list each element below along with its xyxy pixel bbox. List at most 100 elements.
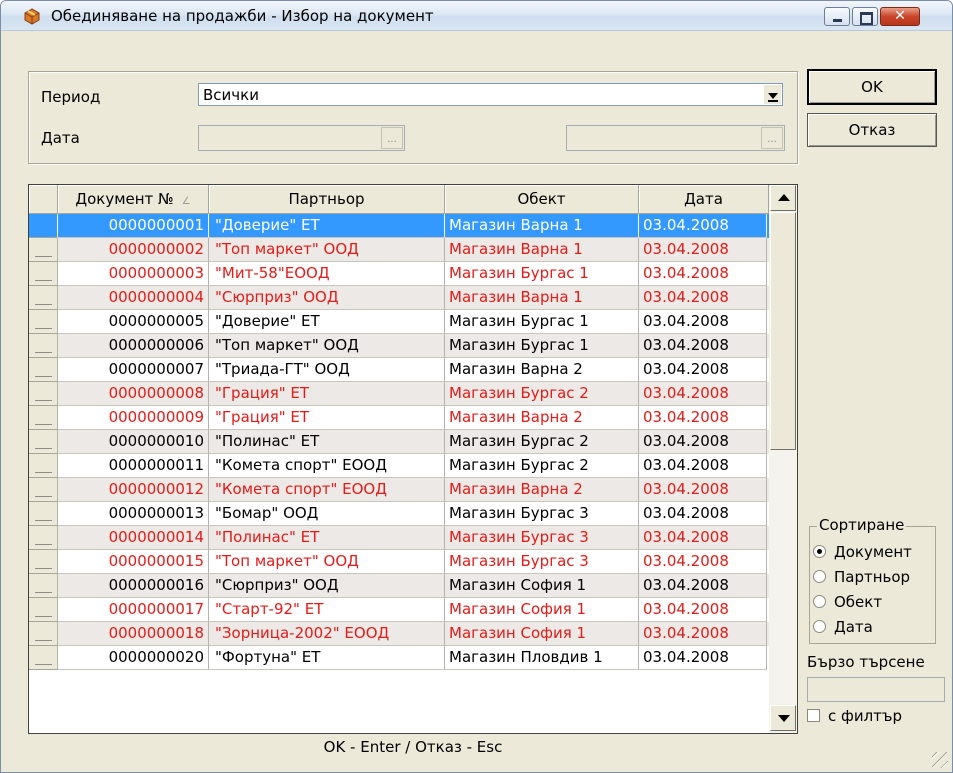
cell-document-number: 0000000009 xyxy=(58,406,209,430)
cancel-button[interactable]: Отказ xyxy=(807,113,937,147)
cell-document-number: 0000000002 xyxy=(58,238,209,262)
resize-grip-icon[interactable] xyxy=(932,752,948,768)
row-indicator[interactable] xyxy=(29,622,58,646)
table-row[interactable]: 0000000001 "Доверие" ЕТ Магазин Варна 1 03.… xyxy=(29,214,769,238)
ok-button[interactable]: OK xyxy=(807,69,937,105)
row-indicator[interactable] xyxy=(29,262,58,286)
column-header-object[interactable]: Обект xyxy=(445,185,639,214)
sort-option-object[interactable]: Обект xyxy=(813,593,882,611)
row-indicator[interactable] xyxy=(29,286,58,310)
documents-table[interactable]: Документ № ∠ Партньор Обект Дата 00000000… xyxy=(28,184,798,734)
table-row[interactable]: 0000000016 "Сюрприз" ООД Магазин София 1 03… xyxy=(29,574,769,598)
date-from-field[interactable]: ... xyxy=(198,125,405,151)
row-indicator[interactable] xyxy=(29,478,58,502)
close-button[interactable]: ✕ xyxy=(880,7,920,26)
cell-date: 03.04.2008 xyxy=(639,598,767,622)
table-row[interactable]: 0000000018 "Зорница-2002" ЕООД Магазин Соф… xyxy=(29,622,769,646)
table-row[interactable]: 0000000015 "Топ маркет" ООД Магазин Бургас… xyxy=(29,550,769,574)
row-indicator[interactable] xyxy=(29,574,58,598)
column-header-document[interactable]: Документ № ∠ xyxy=(58,185,209,214)
period-value: Всички xyxy=(203,86,259,104)
cell-partner: "Грация" ЕТ xyxy=(209,382,445,406)
table-row[interactable]: 0000000003 "Мит-58"ЕООД Магазин Бургас 1 03… xyxy=(29,262,769,286)
table-row[interactable]: 0000000017 "Старт-92" ЕТ Магазин София 1 03… xyxy=(29,598,769,622)
row-indicator[interactable] xyxy=(29,550,58,574)
scroll-down-button[interactable] xyxy=(770,705,796,731)
filter-checkbox-row[interactable]: с филтър xyxy=(807,707,902,725)
radio-icon[interactable] xyxy=(813,620,826,633)
row-indicator[interactable] xyxy=(29,310,58,334)
row-indicator[interactable] xyxy=(29,598,58,622)
table-row[interactable]: 0000000007 "Триада-ГТ" ООД Магазин Варна 2… xyxy=(29,358,769,382)
row-indicator[interactable] xyxy=(29,334,58,358)
date-to-picker-button[interactable]: ... xyxy=(761,127,783,149)
cell-date: 03.04.2008 xyxy=(639,334,767,358)
row-indicator[interactable] xyxy=(29,382,58,406)
date-to-field[interactable]: ... xyxy=(566,125,785,151)
cell-object: Магазин Варна 2 xyxy=(445,406,639,430)
row-indicator[interactable] xyxy=(29,214,58,238)
row-indicator[interactable] xyxy=(29,406,58,430)
row-indicator[interactable] xyxy=(29,646,58,670)
table-row[interactable]: 0000000014 "Полинас" ЕТ Магазин Бургас 3 03… xyxy=(29,526,769,550)
cell-document-number: 0000000015 xyxy=(58,550,209,574)
table-row[interactable]: 0000000011 "Комета спорт" ЕООД Магазин Бур… xyxy=(29,454,769,478)
quick-search-input[interactable] xyxy=(807,677,945,702)
cell-document-number: 0000000010 xyxy=(58,430,209,454)
title-bar[interactable]: Обединяване на продажби - Избор на докум… xyxy=(1,1,952,31)
sort-option-date[interactable]: Дата xyxy=(813,618,873,636)
table-row[interactable]: 0000000008 "Грация" ЕТ Магазин Бургас 2 03.… xyxy=(29,382,769,406)
dialog-window: Обединяване на продажби - Избор на докум… xyxy=(0,0,953,773)
row-indicator[interactable] xyxy=(29,502,58,526)
cell-partner: "Фортуна" ЕТ xyxy=(209,646,445,670)
row-indicator[interactable] xyxy=(29,454,58,478)
row-indicator[interactable] xyxy=(29,526,58,550)
cell-document-number: 0000000003 xyxy=(58,262,209,286)
indicator-header xyxy=(29,185,58,214)
cell-object: Магазин Бургас 3 xyxy=(445,550,639,574)
cell-partner: "Доверие" ЕТ xyxy=(209,214,445,238)
filter-checkbox[interactable] xyxy=(807,709,820,722)
period-select[interactable]: Всички xyxy=(198,83,783,106)
chevron-down-icon[interactable] xyxy=(764,85,781,104)
table-row[interactable]: 0000000009 "Грация" ЕТ Магазин Варна 2 03.0… xyxy=(29,406,769,430)
table-row[interactable]: 0000000020 "Фортуна" ЕТ Магазин Пловдив 10… xyxy=(29,646,769,670)
cell-object: Магазин Бургас 2 xyxy=(445,454,639,478)
row-indicator[interactable] xyxy=(29,238,58,262)
cell-object: Магазин Варна 2 xyxy=(445,478,639,502)
table-row[interactable]: 0000000002 "Топ маркет" ООД Магазин Варна … xyxy=(29,238,769,262)
vertical-scrollbar[interactable] xyxy=(769,185,797,733)
row-indicator[interactable] xyxy=(29,430,58,454)
table-row[interactable]: 0000000012 "Комета спорт" ЕООД Магазин Вар… xyxy=(29,478,769,502)
cell-object: Магазин Варна 1 xyxy=(445,238,639,262)
table-row[interactable]: 0000000006 "Топ маркет" ООД Магазин Бургас… xyxy=(29,334,769,358)
cell-object: Магазин Бургас 1 xyxy=(445,334,639,358)
cell-date: 03.04.2008 xyxy=(639,574,767,598)
column-header-date[interactable]: Дата xyxy=(639,185,769,214)
row-indicator[interactable] xyxy=(29,358,58,382)
sort-option-partner[interactable]: Партньор xyxy=(813,568,910,586)
table-row[interactable]: 0000000010 "Полинас" ЕТ Магазин Бургас 2 03… xyxy=(29,430,769,454)
table-row[interactable]: 0000000005 "Доверие" ЕТ Магазин Бургас 1 03… xyxy=(29,310,769,334)
table-row[interactable]: 0000000004 "Сюрприз" ООД Магазин Варна 1 03… xyxy=(29,286,769,310)
filter-checkbox-label: с филтър xyxy=(828,707,903,725)
date-from-picker-button[interactable]: ... xyxy=(381,127,403,149)
scroll-thumb[interactable] xyxy=(770,212,796,450)
column-header-partner[interactable]: Партньор xyxy=(209,185,445,214)
cell-date: 03.04.2008 xyxy=(639,262,767,286)
minimize-button[interactable] xyxy=(824,7,850,26)
cell-document-number: 0000000005 xyxy=(58,310,209,334)
app-icon xyxy=(24,8,40,25)
maximize-button[interactable] xyxy=(852,7,878,26)
cell-object: Магазин Бургас 2 xyxy=(445,430,639,454)
scroll-up-button[interactable] xyxy=(770,185,796,211)
cell-document-number: 0000000004 xyxy=(58,286,209,310)
radio-selected-icon[interactable] xyxy=(813,545,826,558)
sort-option-document[interactable]: Документ xyxy=(813,543,912,561)
radio-icon[interactable] xyxy=(813,570,826,583)
table-row[interactable]: 0000000013 "Бомар" ООД Магазин Бургас 3 03.… xyxy=(29,502,769,526)
cell-object: Магазин Бургас 2 xyxy=(445,382,639,406)
cell-partner: "Топ маркет" ООД xyxy=(209,550,445,574)
radio-icon[interactable] xyxy=(813,595,826,608)
cell-document-number: 0000000013 xyxy=(58,502,209,526)
